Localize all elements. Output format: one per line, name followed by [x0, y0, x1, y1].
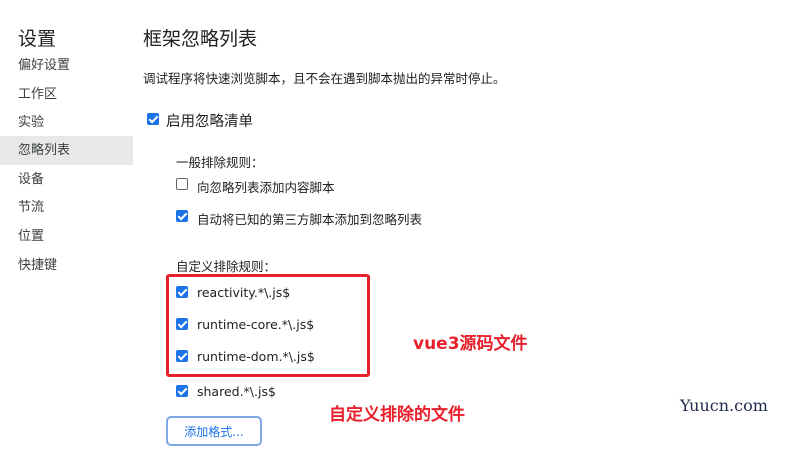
sidebar-item-shortcuts[interactable]: 快捷键	[0, 251, 133, 280]
watermark-text: Yuucn.com	[680, 396, 768, 415]
page-description: 调试程序将快速浏览脚本，且不会在遇到脚本抛出的异常时停止。	[143, 71, 506, 86]
highlight-box	[166, 274, 370, 377]
content-scripts-checkbox[interactable]	[176, 178, 188, 190]
general-rules-heading: 一般排除规则：	[176, 155, 264, 170]
custom-rule-checkbox[interactable]	[176, 385, 188, 397]
vue3-source-annotation: vue3源码文件	[413, 334, 528, 354]
custom-rule-label: shared.*\.js$	[197, 384, 276, 399]
sidebar-item-experiments[interactable]: 实验	[0, 108, 133, 137]
sidebar-title: 设置	[18, 28, 57, 50]
enable-ignore-list-label: 启用忽略清单	[166, 114, 253, 130]
third-party-scripts-label: 自动将已知的第三方脚本添加到忽略列表	[197, 212, 423, 227]
sidebar-item-ignore-list[interactable]: 忽略列表	[0, 136, 133, 165]
sidebar-item-locations[interactable]: 位置	[0, 222, 133, 251]
third-party-scripts-checkbox[interactable]	[176, 210, 188, 222]
add-pattern-button[interactable]: 添加格式...	[166, 416, 262, 446]
page-title: 框架忽略列表	[143, 28, 258, 50]
custom-excluded-annotation: 自定义排除的文件	[329, 405, 465, 425]
sidebar-item-preferences[interactable]: 偏好设置	[0, 51, 133, 80]
enable-ignore-list-checkbox[interactable]	[147, 113, 159, 125]
content-scripts-label: 向忽略列表添加内容脚本	[197, 180, 335, 195]
sidebar-item-throttling[interactable]: 节流	[0, 193, 133, 222]
sidebar-item-devices[interactable]: 设备	[0, 165, 133, 194]
settings-sidebar: 设置 偏好设置 工作区 实验 忽略列表 设备 节流 位置 快捷键	[0, 0, 133, 460]
custom-rules-heading: 自定义排除规则：	[176, 259, 277, 274]
sidebar-item-workspace[interactable]: 工作区	[0, 80, 133, 109]
